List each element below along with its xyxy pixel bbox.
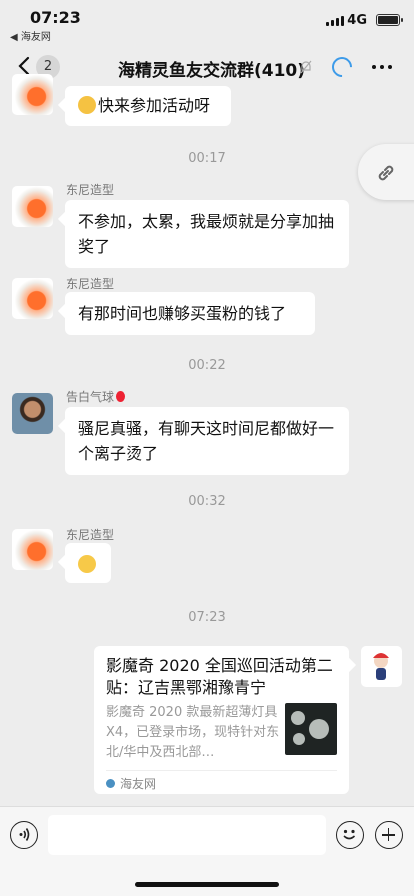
syncing-indicator-icon [327,52,357,82]
message-bubble[interactable]: 骚尼真骚，有聊天这时间尼都做好一个离子烫了 [65,407,349,475]
cartoon-avatar-icon [373,653,389,680]
sender-avatar[interactable] [12,393,53,434]
status-time: 07:23 [30,8,81,27]
status-bar: 07:23 ◀ 海友网 4G [0,0,414,44]
chat-title: 海精灵鱼友交流群(410) [118,61,306,81]
timestamp: 00:17 [188,151,226,166]
message-text: 快来参加活动呀 [98,96,211,115]
timestamp: 00:32 [188,494,226,509]
home-indicator [135,882,279,887]
sender-avatar[interactable] [12,74,53,115]
voice-input-button[interactable] [10,821,38,849]
sender-avatar[interactable] [12,186,53,227]
signal-icon [326,16,344,26]
battery-icon [376,14,403,26]
more-functions-plus-button[interactable] [375,821,403,849]
card-divider [106,770,337,771]
emoji-button[interactable] [336,821,364,849]
sender-avatar[interactable] [12,278,53,319]
sender-name: 东尼造型 [66,528,115,542]
message-input[interactable] [48,815,326,855]
sender-name: 东尼造型 [66,183,115,197]
sender-name: 告白气球 [66,388,126,405]
balloon-icon [116,391,126,402]
shared-article-card[interactable]: 影魔奇 2020 全国巡回活动第二贴：辽吉黑鄂湘豫青宁 影魔奇 2020 款最新… [94,646,349,794]
sender-avatar[interactable] [12,529,53,570]
card-description: 影魔奇 2020 款最新超薄灯具 X4，已登录市场，现特针对东北/华中及西北部… [106,705,280,760]
network-type: 4G [347,13,367,28]
sender-name: 东尼造型 [66,277,115,291]
message-text: 骚尼真骚，有聊天这时间尼都做好一个离子烫了 [78,419,335,463]
card-source-name: 海友网 [120,777,157,791]
my-avatar[interactable] [361,646,402,687]
timestamp: 00:22 [188,358,226,373]
card-source: 海友网 [106,775,156,792]
card-title: 影魔奇 2020 全国巡回活动第二贴：辽吉黑鄂湘豫青宁 [106,656,333,697]
drooling-emoji-icon [78,96,96,114]
back-to-app-link[interactable]: ◀ 海友网 [10,28,51,43]
timestamp: 07:23 [188,610,226,625]
smiley-icon [343,829,356,840]
source-logo-icon [106,779,115,788]
message-bubble[interactable]: 有那时间也赚够买蛋粉的钱了 [65,292,315,335]
message-text: 不参加，太累，我最烦就是分享加抽奖了 [78,212,335,256]
laughing-tears-emoji-icon [78,555,96,573]
voice-wave-icon [19,828,30,841]
more-options-icon[interactable] [372,65,392,69]
chat-header: 2 海精灵鱼友交流群(410) [0,44,414,90]
message-text: 有那时间也赚够买蛋粉的钱了 [78,304,287,323]
back-chevron-icon[interactable] [18,56,32,76]
message-bubble[interactable]: 快来参加活动呀 [65,86,231,126]
card-thumbnail [285,703,337,755]
message-bubble[interactable] [65,543,111,583]
message-bubble[interactable]: 不参加，太累，我最烦就是分享加抽奖了 [65,200,349,268]
mute-bell-icon [300,60,312,74]
